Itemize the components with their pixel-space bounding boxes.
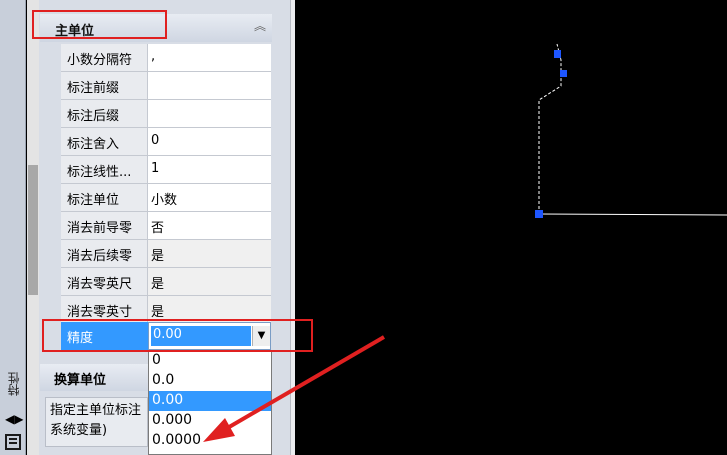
property-value[interactable]: 1 bbox=[148, 156, 271, 183]
property-name: 消去零英尺 bbox=[61, 268, 148, 295]
property-row[interactable]: 标注后缀 bbox=[61, 100, 271, 128]
annotation-highlight-precision bbox=[42, 319, 313, 352]
precision-option[interactable]: 0.0000 bbox=[149, 431, 271, 451]
property-row[interactable]: 消去后续零是 bbox=[61, 240, 271, 268]
property-value[interactable]: 小数 bbox=[148, 184, 271, 211]
property-name: 标注线性... bbox=[61, 156, 148, 183]
palette-side-strip: 特性 ◀▶ bbox=[0, 0, 26, 455]
property-value[interactable]: 是 bbox=[148, 268, 271, 295]
section-header-alternate-units[interactable]: 换算单位 bbox=[40, 364, 148, 391]
precision-option[interactable]: 0 bbox=[149, 351, 271, 371]
property-name: 标注单位 bbox=[61, 184, 148, 211]
property-description: 指定主单位标注 系统变量) bbox=[45, 397, 148, 447]
property-value[interactable]: , bbox=[148, 44, 271, 71]
property-name: 标注前缀 bbox=[61, 72, 148, 99]
property-row[interactable]: 消去零英尺是 bbox=[61, 268, 271, 296]
precision-dropdown-list[interactable]: 0 0.0 0.00 0.000 0.0000 bbox=[148, 350, 272, 455]
property-name: 小数分隔符 bbox=[61, 44, 148, 71]
property-name: 标注后缀 bbox=[61, 100, 148, 127]
property-row[interactable]: 标注单位 小数 bbox=[61, 184, 271, 212]
property-row[interactable]: 标注线性... 1 bbox=[61, 156, 271, 184]
palette-title: 特性 bbox=[7, 372, 21, 396]
property-row[interactable]: 标注前缀 bbox=[61, 72, 271, 100]
precision-option[interactable]: 0.0 bbox=[149, 371, 271, 391]
grip-handle[interactable] bbox=[560, 70, 567, 77]
precision-option-selected[interactable]: 0.00 bbox=[149, 391, 271, 411]
property-name: 消去后续零 bbox=[61, 240, 148, 267]
section-title: 换算单位 bbox=[54, 373, 107, 388]
property-row[interactable]: 标注舍入 0 bbox=[61, 128, 271, 156]
property-row[interactable]: 小数分隔符, bbox=[61, 44, 271, 72]
double-chevron-up-icon[interactable]: ︽ bbox=[254, 17, 266, 34]
property-value[interactable] bbox=[148, 72, 271, 99]
drawing-canvas[interactable] bbox=[295, 0, 727, 455]
property-value[interactable] bbox=[148, 100, 271, 127]
property-value[interactable]: 是 bbox=[148, 240, 271, 267]
properties-menu-icon[interactable] bbox=[5, 434, 21, 450]
grip-handle[interactable] bbox=[535, 210, 543, 218]
property-list: 小数分隔符, 标注前缀 标注后缀 标注舍入 0 标注线性... 1 标注单位 小数 消… bbox=[61, 44, 271, 324]
scrollbar-thumb[interactable] bbox=[28, 165, 38, 295]
grip-handle[interactable] bbox=[554, 50, 561, 58]
dimension-entity[interactable] bbox=[535, 43, 727, 218]
precision-option[interactable]: 0.000 bbox=[149, 411, 271, 431]
auto-hide-icon[interactable]: ◀▶ bbox=[5, 412, 23, 426]
property-row[interactable]: 消去前导零否 bbox=[61, 212, 271, 240]
property-name: 标注舍入 bbox=[61, 128, 148, 155]
property-name: 消去前导零 bbox=[61, 212, 148, 239]
property-value[interactable]: 0 bbox=[148, 128, 271, 155]
annotation-highlight-primary-units bbox=[32, 10, 167, 39]
property-value[interactable]: 否 bbox=[148, 212, 271, 239]
